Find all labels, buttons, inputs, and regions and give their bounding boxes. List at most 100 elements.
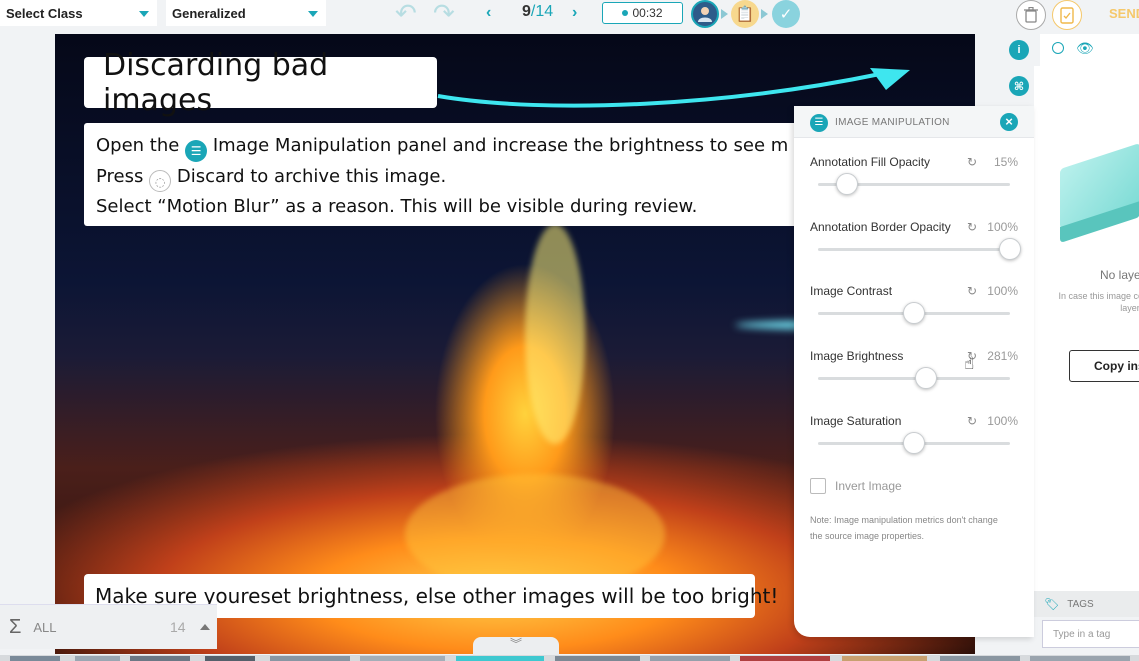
timer: 00:32: [602, 2, 683, 24]
shortcuts-icon[interactable]: ⌘: [1009, 76, 1029, 96]
approve-step-button[interactable]: ✓: [772, 0, 800, 28]
instruction-line-3: Select “Motion Blur” as a reason. This w…: [96, 196, 698, 217]
total-images: /14: [530, 3, 554, 20]
clipboard-icon: 📋: [735, 6, 755, 23]
clipboard-check-icon: [1060, 7, 1074, 24]
image-manipulation-panel: ☰ IMAGE MANIPULATION × Annotation Fill O…: [794, 106, 1034, 637]
thumbnail[interactable]: [270, 656, 350, 661]
chevron-up-icon[interactable]: [200, 624, 210, 630]
send-button[interactable]: SEND: [1109, 6, 1139, 21]
thumbnail[interactable]: [1030, 656, 1130, 661]
submit-clipboard-button[interactable]: [1052, 0, 1082, 30]
thumbnail-active[interactable]: [456, 656, 544, 661]
thumbnail[interactable]: [75, 656, 120, 661]
image-manipulation-icon: ☰: [185, 140, 208, 162]
image-contrast-control: Image Contrast ↻ 100%: [794, 284, 1034, 344]
image-brightness-control: Image Brightness ↻ 281%: [794, 349, 1034, 409]
layers-panel: No laye In case this image co to the pre…: [1034, 66, 1139, 596]
undo-icon[interactable]: ↶: [395, 0, 417, 26]
thumbnail-strip: [0, 655, 1139, 661]
control-value: 281%: [987, 349, 1018, 363]
control-value: 15%: [993, 155, 1018, 169]
control-value: 100%: [987, 414, 1018, 428]
info-icon[interactable]: i: [1009, 40, 1029, 60]
top-toolbar: Select Class Generalized ↶ ↷ ‹ 9/14 › 00…: [0, 0, 1139, 34]
bottom-note-text: reset brightness, else other images will…: [240, 584, 779, 608]
tutorial-instructions: Open the ☰ Image Manipulation panel and …: [84, 123, 844, 226]
no-layers-title: No laye: [1100, 268, 1139, 282]
annotation-fill-opacity-control: Annotation Fill Opacity ↻ 15%: [794, 155, 1034, 215]
double-chevron-down-icon: ︾: [509, 637, 522, 651]
reset-icon[interactable]: ↻: [967, 414, 977, 428]
slider-thumb[interactable]: [835, 173, 858, 195]
control-value: 100%: [987, 220, 1018, 234]
collapse-thumbnails-button[interactable]: ︾: [473, 637, 559, 655]
copy-instances-button[interactable]: Copy ins: [1069, 350, 1139, 382]
workflow-arrow-icon: [721, 9, 728, 19]
user-icon: [698, 7, 712, 22]
thumbnail[interactable]: [555, 656, 640, 661]
slider-thumb[interactable]: [914, 367, 937, 389]
chevron-down-icon: [139, 11, 149, 17]
thumbnail[interactable]: [360, 656, 445, 661]
control-value: 100%: [987, 284, 1018, 298]
chevron-down-icon: [308, 11, 318, 17]
reset-icon[interactable]: ↻: [967, 155, 977, 169]
annotator-avatar[interactable]: [691, 0, 719, 28]
reset-icon[interactable]: ↻: [967, 220, 977, 234]
redo-icon[interactable]: ↷: [433, 0, 455, 26]
reset-icon[interactable]: ↻: [967, 284, 977, 298]
instruction-text: Image Manipulation panel and increase th…: [212, 135, 789, 156]
review-step-button[interactable]: 📋: [731, 0, 759, 28]
control-label: Image Brightness: [810, 349, 904, 363]
image-counter: 9/14: [522, 3, 553, 21]
slider-thumb[interactable]: [903, 432, 925, 454]
trash-icon: [1024, 7, 1038, 23]
recording-dot-icon: [622, 10, 629, 16]
instruction-text: Open the: [96, 135, 180, 156]
mode-select[interactable]: Generalized: [166, 0, 326, 26]
thumbnail[interactable]: [740, 656, 830, 661]
eye-icon[interactable]: 👁: [1076, 40, 1094, 57]
close-icon[interactable]: ×: [1000, 113, 1018, 131]
invert-image-row[interactable]: Invert Image: [810, 478, 902, 494]
previous-image-button[interactable]: ‹: [486, 4, 491, 22]
thumbnail[interactable]: [842, 656, 927, 661]
tags-header: 🏷 TAGS: [1034, 591, 1139, 617]
manipulation-note: Note: Image manipulation metrics don't c…: [810, 515, 998, 541]
instruction-line-1: Open the ☰ Image Manipulation panel and …: [96, 131, 832, 162]
hand-pointer-cursor-icon: ☝: [964, 354, 975, 373]
panel-header: ☰ IMAGE MANIPULATION ×: [794, 106, 1034, 138]
control-label: Annotation Border Opacity: [810, 220, 951, 234]
discard-icon: ◌: [149, 170, 172, 192]
thumbnail[interactable]: [130, 656, 190, 661]
class-filter-bar[interactable]: Σ ALL 14: [0, 604, 217, 649]
thumbnail[interactable]: [10, 656, 60, 661]
visibility-toolbar: 👁: [1040, 34, 1139, 66]
slider-track[interactable]: [818, 248, 1010, 251]
slider-thumb[interactable]: [999, 238, 1021, 260]
filter-label: ALL: [33, 619, 57, 635]
invert-image-checkbox[interactable]: [810, 478, 826, 494]
delete-button[interactable]: [1016, 0, 1046, 30]
thumbnail[interactable]: [650, 656, 730, 661]
tutorial-title-text: Discarding bad images: [103, 47, 329, 118]
timer-value: 00:32: [632, 6, 663, 20]
panel-title: IMAGE MANIPULATION: [835, 117, 950, 128]
class-select[interactable]: Select Class: [0, 0, 157, 26]
thumbnail[interactable]: [205, 656, 255, 661]
thumbnail[interactable]: [940, 656, 1020, 661]
image-manipulation-icon: ☰: [810, 114, 828, 132]
control-label: Image Contrast: [810, 284, 893, 298]
circle-icon[interactable]: [1052, 42, 1064, 54]
tags-header-label: TAGS: [1067, 598, 1094, 610]
slider-thumb[interactable]: [903, 302, 925, 324]
tag-input[interactable]: Type in a tag: [1042, 620, 1139, 648]
control-label: Image Saturation: [810, 414, 902, 428]
no-layers-description: In case this image co to the previous im…: [1058, 291, 1139, 313]
current-image-number: 9: [522, 3, 531, 20]
instruction-line-2: Press ◌ Discard to archive this image.: [96, 162, 832, 192]
next-image-button[interactable]: ›: [572, 4, 577, 22]
mode-select-value: Generalized: [172, 5, 246, 21]
class-select-value: Select Class: [6, 5, 83, 21]
